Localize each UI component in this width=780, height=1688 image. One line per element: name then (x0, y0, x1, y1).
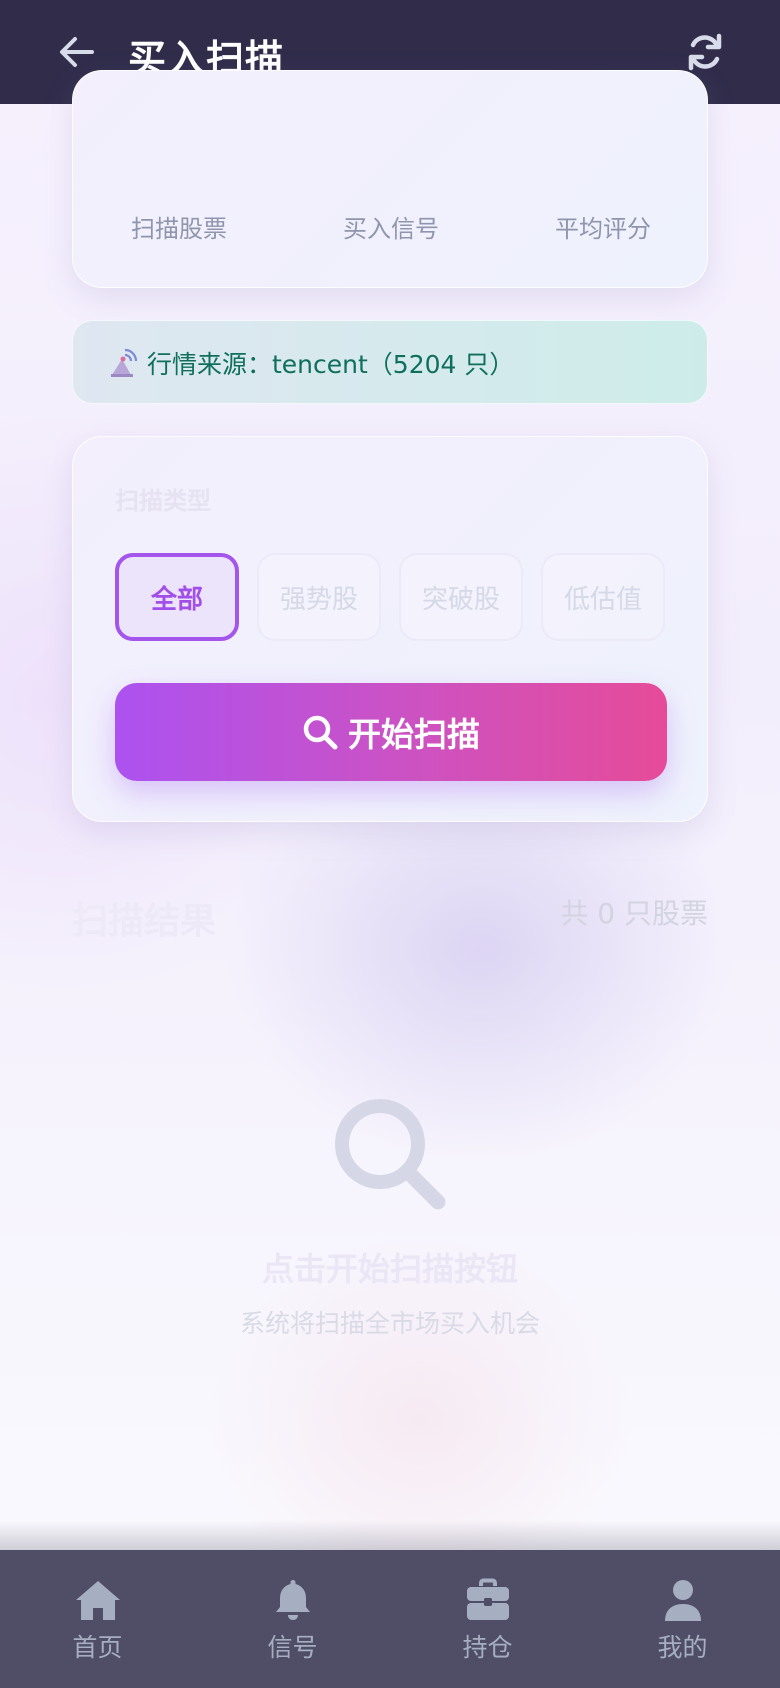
search-icon (303, 715, 338, 750)
filter-all[interactable]: 全部 (115, 553, 239, 641)
filter-group: 全部 强势股 突破股 低估值 (115, 553, 675, 643)
data-source-banner: 行情来源：tencent（5204 只） (72, 320, 708, 404)
results-title: 扫描结果 (72, 901, 217, 942)
scan-type-label: 扫描类型 (115, 487, 211, 515)
user-icon (664, 1580, 701, 1621)
stats-card: 扫描股票 买入信号 平均评分 (72, 70, 708, 288)
results-count: 共 0 只股票 (560, 897, 708, 930)
stat-label-avg-score: 平均评分 (555, 215, 651, 243)
filter-breakout[interactable]: 突破股 (399, 553, 523, 641)
nav-label-positions: 持仓 (462, 1633, 513, 1662)
bell-icon (275, 1580, 310, 1620)
nav-item-home[interactable]: 首页 (0, 1550, 195, 1688)
start-scan-button[interactable]: 开始扫描 (115, 683, 667, 781)
filter-undervalued[interactable]: 低估值 (541, 553, 665, 641)
stat-label-signals: 买入信号 (343, 215, 439, 243)
empty-state-subtitle: 系统将扫描全市场买入机会 (239, 1309, 540, 1338)
nav-item-profile[interactable]: 我的 (585, 1550, 780, 1688)
bottom-nav: 首页 信号 持仓 我的 (0, 1550, 780, 1688)
filter-strong[interactable]: 强势股 (257, 553, 381, 641)
nav-label-signals: 信号 (267, 1633, 318, 1662)
nav-shadow (0, 1520, 780, 1550)
scan-card: 扫描类型 全部 强势股 突破股 低估值 开始扫描 (72, 436, 708, 822)
refresh-icon[interactable] (686, 32, 724, 72)
empty-search-icon (335, 1099, 446, 1210)
home-icon (75, 1581, 120, 1620)
stat-label-scanned: 扫描股票 (131, 215, 227, 243)
empty-state-title: 点击开始扫描按钮 (261, 1250, 518, 1288)
stats-labels: 扫描股票 买入信号 平均评分 (73, 209, 709, 244)
briefcase-icon (466, 1578, 509, 1620)
nav-label-home: 首页 (72, 1633, 123, 1662)
data-source-text: 行情来源：tencent（5204 只） (147, 350, 515, 379)
nav-label-profile: 我的 (657, 1633, 708, 1662)
nav-item-positions[interactable]: 持仓 (390, 1550, 585, 1688)
arrow-left-icon[interactable] (56, 30, 96, 74)
nav-item-signals[interactable]: 信号 (195, 1550, 390, 1688)
antenna-icon (111, 348, 137, 377)
start-scan-label: 开始扫描 (348, 715, 480, 754)
